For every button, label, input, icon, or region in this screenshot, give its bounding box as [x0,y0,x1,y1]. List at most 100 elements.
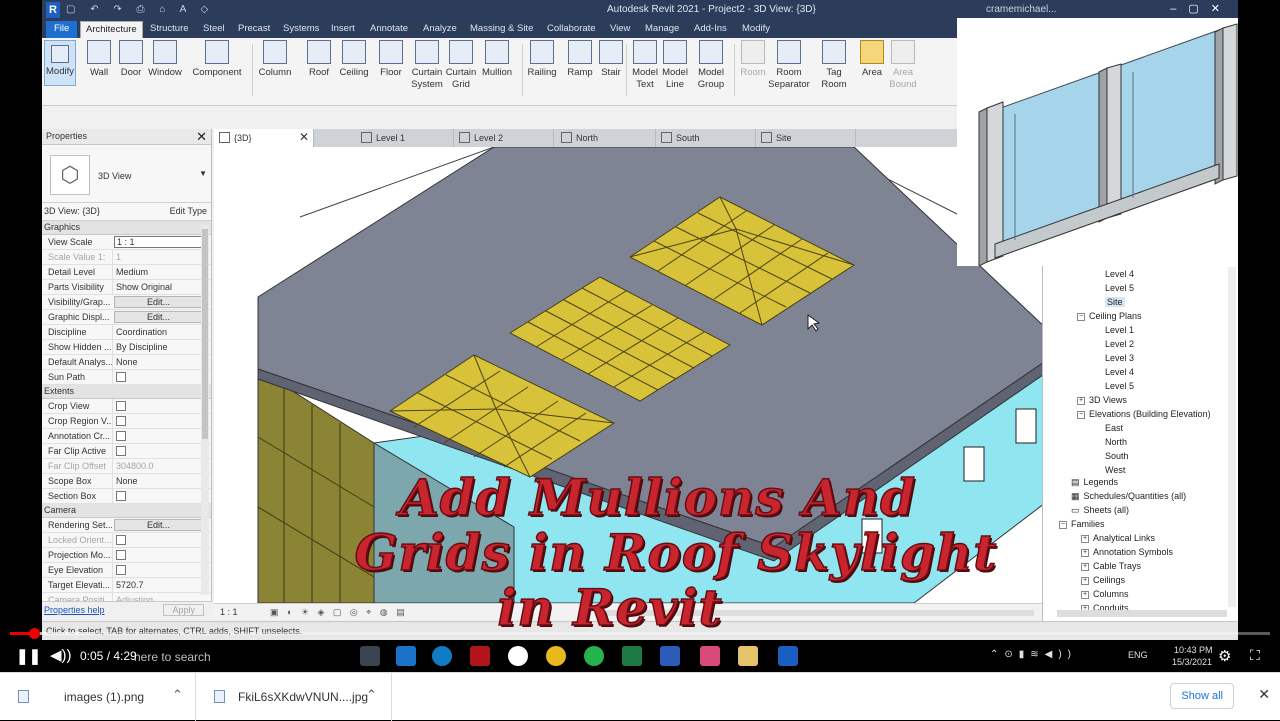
browser-item[interactable]: Level 2 [1105,339,1134,349]
browser-folder-3d-views[interactable]: +3D Views [1077,395,1127,405]
tab-add-ins[interactable]: Add-Ins [694,23,727,34]
checkbox[interactable] [116,431,126,441]
mullion-button[interactable]: Mullion [478,40,516,79]
property-value[interactable]: None [112,355,211,369]
tab-modify[interactable]: Modify [742,23,770,34]
property-value[interactable]: 1 [112,250,211,264]
view-tab-level-1[interactable]: Level 1 [356,129,454,147]
show-all-button[interactable]: Show all [1170,683,1234,709]
group-graphics[interactable]: Graphics [42,221,211,235]
tab-steel[interactable]: Steel [203,23,225,34]
browser-item[interactable]: Level 3 [1105,353,1134,363]
view-tab-site[interactable]: Site [756,129,856,147]
property-value[interactable]: Show Original [112,280,211,294]
chevron-up-icon[interactable]: ⌃ [366,687,377,703]
browser-item[interactable]: North [1105,437,1127,447]
browser-item-site[interactable]: Site [1105,297,1125,307]
checkbox[interactable] [116,401,126,411]
railing-button[interactable]: Railing [523,40,561,79]
property-value[interactable]: Edit... [114,296,203,308]
fullscreen-icon[interactable]: ⛶ [1250,647,1260,664]
property-value[interactable]: Edit... [114,311,203,323]
component-button[interactable]: Component [192,40,242,79]
download-item[interactable]: images (1).png ⌃ [0,673,196,721]
close-icon[interactable]: ✕ [196,129,207,145]
browser-item[interactable]: Level 1 [1105,325,1134,335]
collapse-icon[interactable]: − [1077,410,1085,419]
curtain-system-button[interactable]: Curtain System [408,40,446,91]
checkbox[interactable] [116,372,126,382]
property-row[interactable]: Crop Region V... [42,414,211,429]
property-row[interactable]: Scale Value 1: 1 [42,250,211,265]
area-button[interactable]: Area [853,40,891,79]
property-row[interactable]: Default Analys... None [42,355,211,370]
tab-insert[interactable]: Insert [331,23,355,34]
tab-file[interactable]: File [46,21,78,38]
property-value[interactable]: Coordination [112,325,211,339]
model-line-button[interactable]: Model Line [656,40,694,91]
property-value[interactable]: By Discipline [112,340,211,354]
property-value[interactable] [112,414,211,428]
view-instance-selector[interactable]: 3D View: {3D} Edit Type [42,203,211,221]
window-button[interactable]: Window [146,40,184,79]
tab-structure[interactable]: Structure [150,23,189,34]
download-file-name[interactable]: images (1).png [64,690,144,704]
floor-button[interactable]: Floor [372,40,410,79]
stair-button[interactable]: Stair [592,40,630,79]
browser-vertical-scrollbar[interactable] [1228,267,1236,607]
view-tab-north[interactable]: North [556,129,656,147]
property-row[interactable]: View Scale 1 : 1 [42,235,211,250]
curtain-grid-button[interactable]: Curtain Grid [442,40,480,91]
browser-folder-ceiling-plans[interactable]: − Ceiling Plans [1077,311,1142,321]
pause-icon[interactable]: ❚❚ [16,647,41,665]
window-buttons[interactable]: –▢✕ [1170,2,1232,15]
property-row[interactable]: Crop View [42,399,211,414]
video-player[interactable]: R ▢ ↶ ↷ ⎙ ⌂ A ◇ Autodesk Revit 2021 - Pr… [0,0,1280,672]
property-row[interactable]: Show Hidden ... By Discipline [42,340,211,355]
property-value[interactable] [112,370,211,384]
download-file-name[interactable]: FkiL6sXKdwVNUN....jpg [238,690,368,704]
collapse-icon[interactable]: − [1077,312,1085,321]
group-extents[interactable]: Extents [42,385,211,399]
close-icon[interactable]: ✕ [1258,686,1270,703]
video-progress-bar[interactable] [10,628,1270,639]
user-name[interactable]: cramemichael... [986,4,1057,15]
tab-architecture[interactable]: Architecture [80,21,143,38]
property-row[interactable]: Graphic Displ... Edit... [42,310,211,325]
property-row[interactable]: Parts Visibility Show Original [42,280,211,295]
roof-button[interactable]: Roof [300,40,338,79]
view-tab-3d[interactable]: {3D} ✕ [214,129,314,147]
progress-scrubber-handle[interactable] [29,628,40,639]
close-icon[interactable]: ✕ [299,130,309,144]
tab-view[interactable]: View [610,23,630,34]
scrollbar-thumb[interactable] [202,229,208,439]
expand-icon[interactable]: + [1077,396,1085,405]
ceiling-button[interactable]: Ceiling [335,40,373,79]
property-value[interactable]: 1 : 1 [114,236,207,248]
browser-item[interactable]: Level 5 [1105,381,1134,391]
property-row[interactable]: Detail Level Medium [42,265,211,280]
column-button[interactable]: Column [256,40,294,79]
door-button[interactable]: Door [112,40,150,79]
tab-analyze[interactable]: Analyze [423,23,457,34]
tab-precast[interactable]: Precast [238,23,270,34]
tab-manage[interactable]: Manage [645,23,679,34]
tag-room-button[interactable]: Tag Room [815,40,853,91]
type-selector[interactable]: ⬡ 3D View ▼ [42,145,211,203]
browser-item[interactable]: Level 4 [1105,269,1134,279]
property-row[interactable]: Far Clip Active [42,444,211,459]
view-tab-level-2[interactable]: Level 2 [454,129,554,147]
property-row[interactable]: Discipline Coordination [42,325,211,340]
property-value[interactable] [112,399,211,413]
settings-gear-icon[interactable]: ⚙ [1218,647,1231,665]
property-row[interactable]: Annotation Cr... [42,429,211,444]
property-row[interactable]: Sun Path [42,370,211,385]
area-boundary-button[interactable]: Area Bound [888,40,918,91]
browser-folder-elevations[interactable]: − Elevations (Building Elevation) [1077,409,1211,419]
browser-item[interactable]: Level 5 [1105,283,1134,293]
modify-button[interactable]: Modify [44,40,76,86]
chevron-down-icon[interactable]: ▼ [199,169,207,178]
tab-collaborate[interactable]: Collaborate [547,23,596,34]
browser-item[interactable]: East [1105,423,1123,433]
volume-icon[interactable]: ◀)) [50,646,72,664]
